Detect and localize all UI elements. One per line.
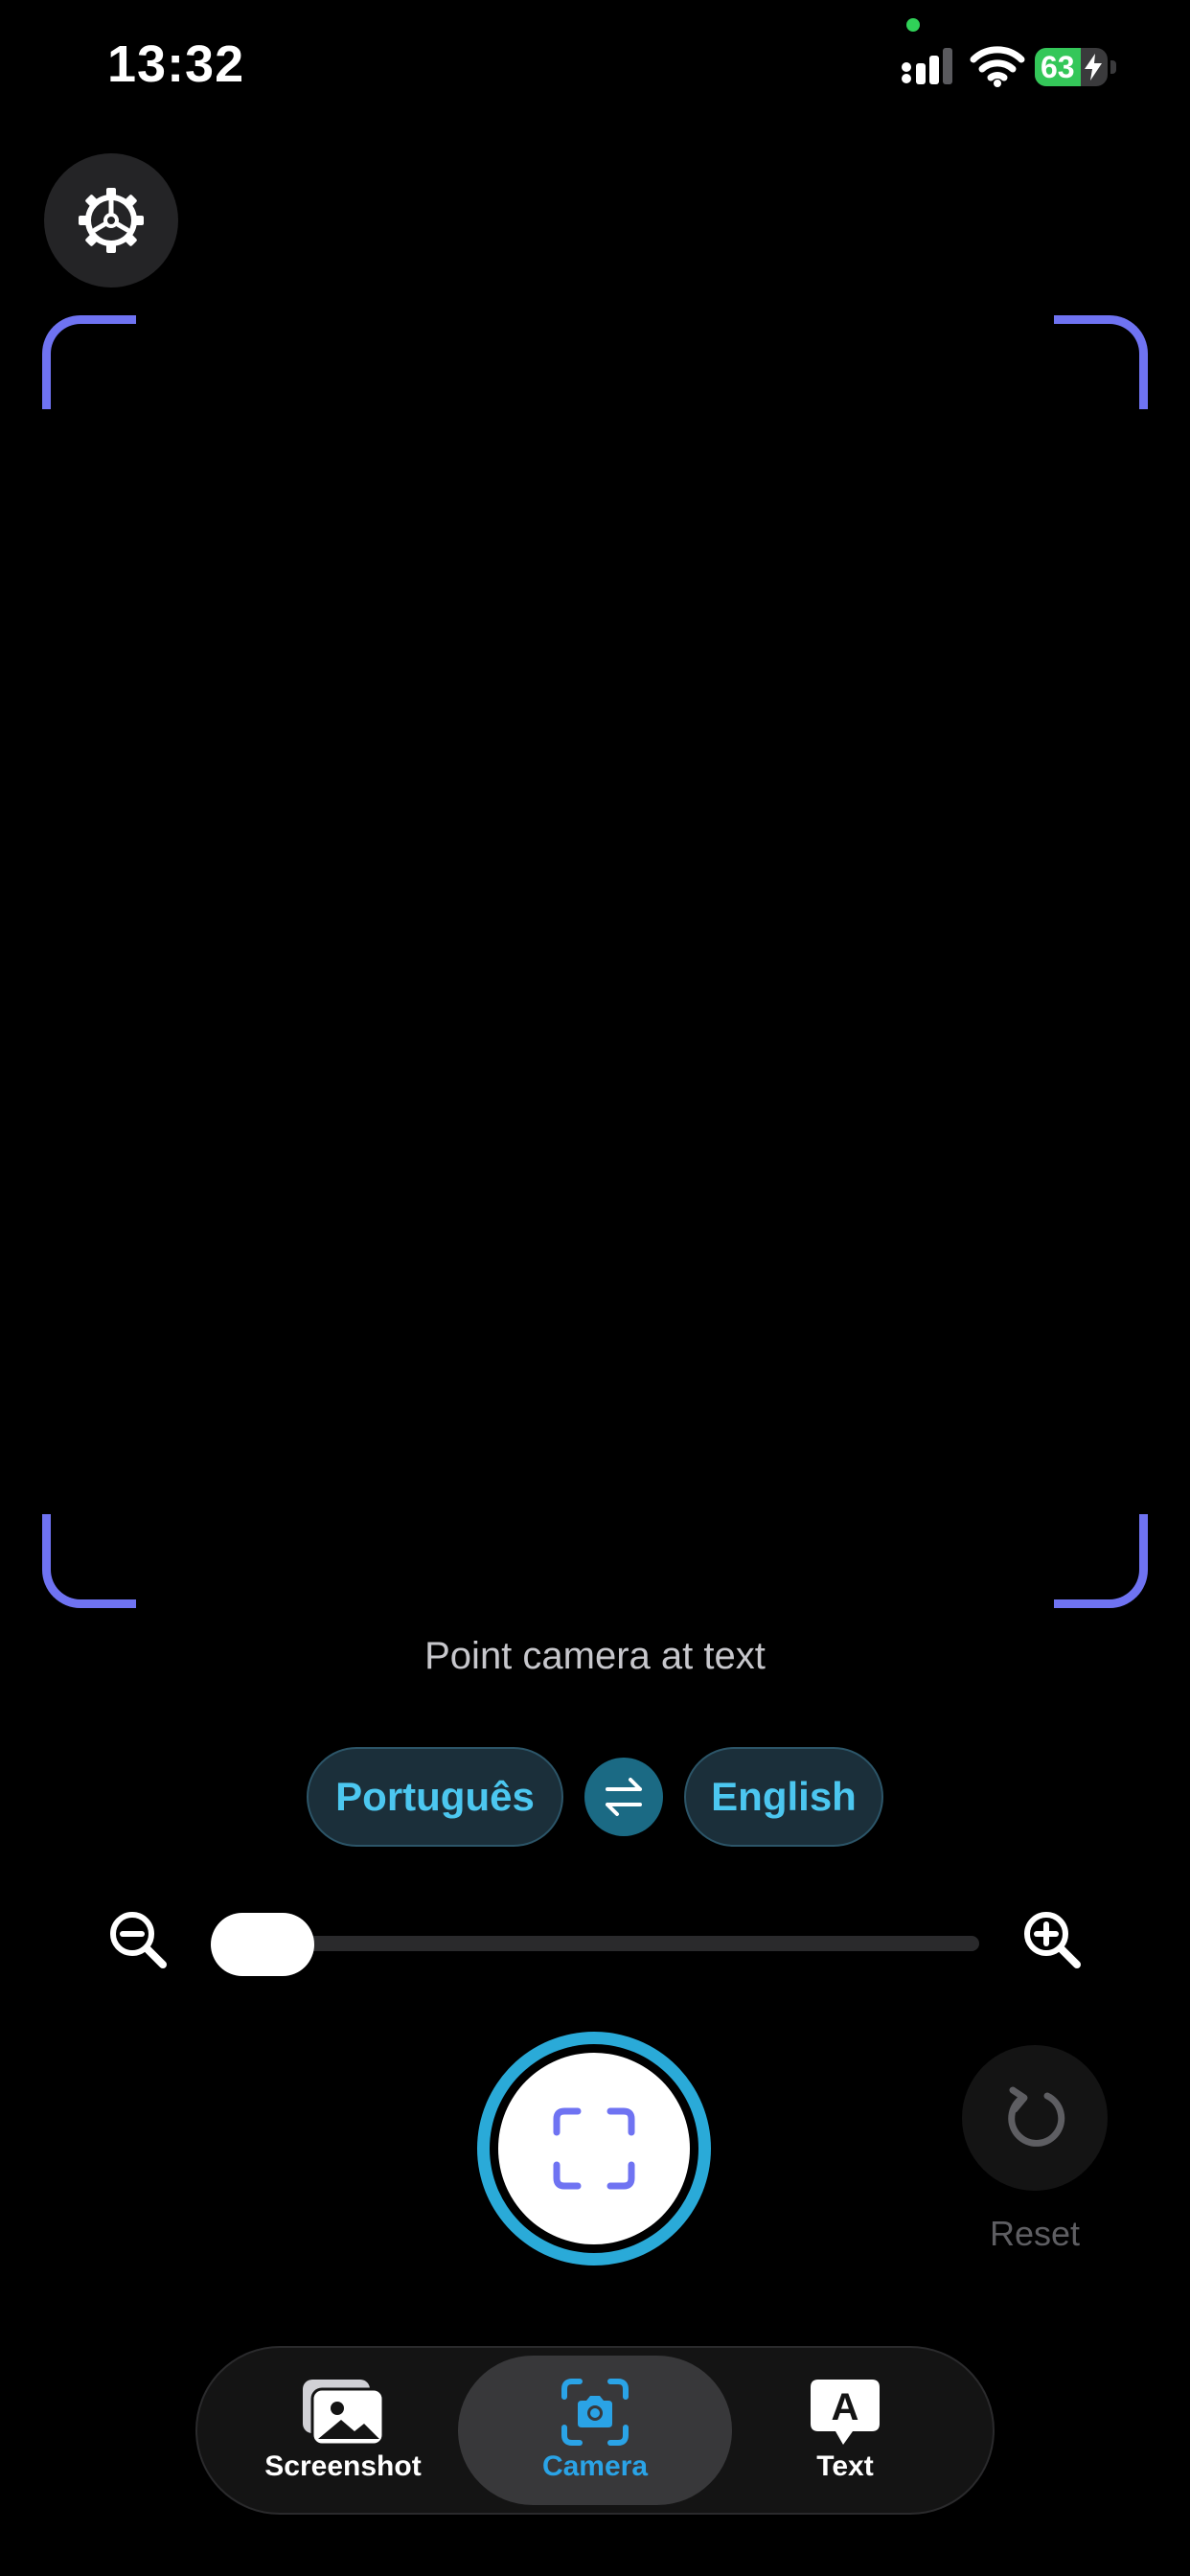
gear-icon xyxy=(79,188,144,253)
reset-label: Reset xyxy=(989,2214,1081,2253)
reset-button[interactable] xyxy=(962,2045,1108,2191)
camera-scan-icon xyxy=(561,2379,629,2446)
viewfinder-corner-top-left xyxy=(42,315,136,409)
viewfinder-corner-top-right xyxy=(1054,315,1148,409)
battery-indicator: 63 xyxy=(1035,48,1117,86)
battery-level: 63 xyxy=(1041,50,1075,84)
wifi-icon xyxy=(970,46,1025,87)
tab-label: Text xyxy=(816,2450,874,2482)
zoom-in-button[interactable] xyxy=(1021,1909,1083,1970)
zoom-out-button[interactable] xyxy=(107,1909,169,1970)
status-time: 13:32 xyxy=(107,35,245,93)
tab-text[interactable]: A Text xyxy=(757,2356,933,2505)
cellular-signal-icon xyxy=(902,48,952,84)
photo-icon xyxy=(303,2380,385,2447)
tab-label: Screenshot xyxy=(264,2450,422,2482)
settings-button[interactable] xyxy=(44,153,178,288)
swap-languages-button[interactable] xyxy=(584,1758,663,1836)
zoom-slider-thumb[interactable] xyxy=(211,1913,314,1976)
charging-bolt-icon xyxy=(1085,54,1102,80)
swap-arrows-icon xyxy=(606,1778,642,1816)
reset-icon xyxy=(1008,2086,1065,2147)
zoom-in-icon xyxy=(1024,1912,1081,1968)
source-language-button[interactable]: Português xyxy=(307,1747,563,1847)
svg-text:A: A xyxy=(832,2386,859,2428)
camera-hint: Point camera at text xyxy=(424,1635,766,1677)
viewfinder-corner-bottom-right xyxy=(1054,1514,1148,1608)
tab-screenshot[interactable]: Screenshot xyxy=(249,2356,437,2505)
tab-label: Camera xyxy=(541,2450,649,2482)
zoom-slider-track[interactable] xyxy=(211,1936,979,1951)
viewfinder-corner-bottom-left xyxy=(42,1514,136,1608)
tab-camera[interactable]: Camera xyxy=(458,2356,732,2505)
target-language-button[interactable]: English xyxy=(684,1747,883,1847)
scan-frame-icon xyxy=(553,2107,635,2190)
zoom-out-icon xyxy=(110,1912,167,1968)
capture-button[interactable] xyxy=(477,2032,711,2266)
camera-in-use-indicator xyxy=(906,18,920,32)
text-bubble-icon: A xyxy=(811,2380,880,2445)
